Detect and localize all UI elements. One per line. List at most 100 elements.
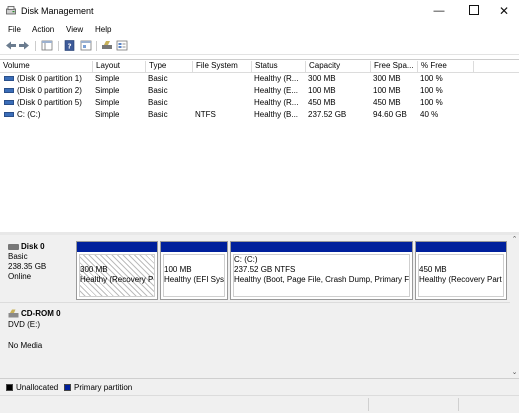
column-free-space[interactable]: Free Spa... <box>370 61 417 72</box>
column-volume[interactable]: Volume <box>0 61 92 72</box>
forward-icon[interactable] <box>18 40 30 51</box>
vertical-scrollbar[interactable]: ⌃ ⌄ <box>510 235 519 378</box>
volume-percent-free: 100 % <box>420 86 443 95</box>
column-capacity[interactable]: Capacity <box>305 61 370 72</box>
partition-status: Healthy (Recovery Part <box>419 275 502 284</box>
disk-type: Basic <box>8 252 28 261</box>
toolbar-separator <box>58 41 59 51</box>
partition-status: Healthy (Recovery P <box>80 275 154 284</box>
disk-name: Disk 0 <box>21 242 45 251</box>
scroll-up-icon[interactable]: ⌃ <box>511 235 518 243</box>
partition-efi[interactable]: 100 MB Healthy (EFI Sys <box>160 241 228 300</box>
partition-size: 100 MB <box>164 265 192 274</box>
menu-action[interactable]: Action <box>32 25 54 34</box>
back-icon[interactable] <box>5 40 17 51</box>
disk-size: 238.35 GB <box>8 262 47 271</box>
disk-row-separator <box>0 302 510 303</box>
volume-capacity: 100 MB <box>308 86 336 95</box>
scroll-down-icon[interactable]: ⌄ <box>511 368 518 376</box>
volume-row[interactable]: (Disk 0 partition 1) Simple Basic Health… <box>0 73 519 85</box>
volume-type: Basic <box>148 74 168 83</box>
partition-bar <box>161 242 227 252</box>
partition-recovery-1[interactable]: 300 MB Healthy (Recovery P <box>76 241 158 300</box>
volume-icon <box>4 76 14 81</box>
menu-help[interactable]: Help <box>95 25 111 34</box>
volume-capacity: 450 MB <box>308 98 336 107</box>
partition-bar <box>231 242 412 252</box>
volume-icon <box>4 100 14 105</box>
volume-name: (Disk 0 partition 2) <box>17 86 82 95</box>
partition-c-drive[interactable]: C: (C:) 237.52 GB NTFS Healthy (Boot, Pa… <box>230 241 413 300</box>
volume-type: Basic <box>148 86 168 95</box>
partition-size: 300 MB <box>80 265 108 274</box>
volume-list-header: Volume Layout Type File System Status Ca… <box>0 60 519 73</box>
volume-file-system: NTFS <box>195 110 216 119</box>
partition-recovery-2[interactable]: 450 MB Healthy (Recovery Part <box>415 241 507 300</box>
volume-row[interactable]: (Disk 0 partition 5) Simple Basic Health… <box>0 97 519 109</box>
column-percent-free[interactable]: % Free <box>417 61 473 72</box>
legend: Unallocated Primary partition <box>0 378 519 395</box>
status-separator <box>368 398 369 411</box>
volume-layout: Simple <box>95 98 120 107</box>
menu-bar: File Action View Help <box>0 23 519 37</box>
column-status[interactable]: Status <box>251 61 305 72</box>
cdrom-type: DVD (E:) <box>8 320 40 329</box>
status-separator <box>458 398 459 411</box>
volume-free-space: 94.60 GB <box>373 110 407 119</box>
list-view-icon[interactable] <box>116 40 128 51</box>
disk-icon[interactable] <box>101 40 113 51</box>
column-type[interactable]: Type <box>145 61 192 72</box>
menu-view[interactable]: View <box>66 25 83 34</box>
legend-unallocated: Unallocated <box>16 383 59 392</box>
toolbar-separator <box>35 41 36 51</box>
status-bar <box>0 395 519 413</box>
volume-status: Healthy (E... <box>254 86 299 95</box>
properties-icon[interactable] <box>80 40 92 51</box>
maximize-button[interactable] <box>457 1 491 21</box>
volume-list: Volume Layout Type File System Status Ca… <box>0 59 519 233</box>
volume-row[interactable]: (Disk 0 partition 2) Simple Basic Health… <box>0 85 519 97</box>
partition-bar <box>77 242 157 252</box>
unallocated-swatch <box>6 384 13 391</box>
svg-text:?: ? <box>67 43 71 51</box>
volume-row[interactable]: C: (C:) Simple Basic NTFS Healthy (B... … <box>0 109 519 121</box>
minimize-button[interactable]: — <box>422 1 456 21</box>
volume-type: Basic <box>148 98 168 107</box>
primary-partition-swatch <box>64 384 71 391</box>
volume-capacity: 300 MB <box>308 74 336 83</box>
column-layout[interactable]: Layout <box>92 61 145 72</box>
volume-layout: Simple <box>95 110 120 119</box>
toolbar-separator <box>96 41 97 51</box>
show-hide-tree-icon[interactable] <box>41 40 53 51</box>
volume-type: Basic <box>148 110 168 119</box>
legend-primary-partition: Primary partition <box>74 383 133 392</box>
cdrom-name: CD-ROM 0 <box>21 309 61 318</box>
volume-free-space: 450 MB <box>373 98 401 107</box>
column-file-system[interactable]: File System <box>192 61 251 72</box>
volume-status: Healthy (R... <box>254 74 299 83</box>
window-title: Disk Management <box>21 6 94 16</box>
disk-status: Online <box>8 272 32 281</box>
volume-percent-free: 40 % <box>420 110 439 119</box>
volume-free-space: 100 MB <box>373 86 401 95</box>
column-spacer <box>473 61 519 72</box>
volume-layout: Simple <box>95 74 120 83</box>
cdrom-status: No Media <box>8 341 43 350</box>
volume-free-space: 300 MB <box>373 74 401 83</box>
partition-size: 237.52 GB NTFS <box>234 265 296 274</box>
cd-drive-icon <box>8 309 19 318</box>
close-button[interactable]: ✕ <box>487 1 519 21</box>
menu-file[interactable]: File <box>8 25 21 34</box>
partition-status: Healthy (EFI Sys <box>164 275 225 284</box>
volume-name: (Disk 0 partition 1) <box>17 74 82 83</box>
toolbar: ? <box>0 38 519 55</box>
partition-label: C: (C:) <box>234 255 258 264</box>
title-bar: Disk Management — ✕ <box>0 0 519 22</box>
cdrom-0-label[interactable]: CD-ROM 0 DVD (E:) No Media <box>4 306 74 374</box>
help-icon[interactable]: ? <box>64 40 76 51</box>
disk-0-label[interactable]: Disk 0 Basic 238.35 GB Online <box>4 240 74 300</box>
volume-status: Healthy (R... <box>254 98 299 107</box>
volume-name: (Disk 0 partition 5) <box>17 98 82 107</box>
partition-size: 450 MB <box>419 265 447 274</box>
partition-status: Healthy (Boot, Page File, Crash Dump, Pr… <box>234 275 410 284</box>
